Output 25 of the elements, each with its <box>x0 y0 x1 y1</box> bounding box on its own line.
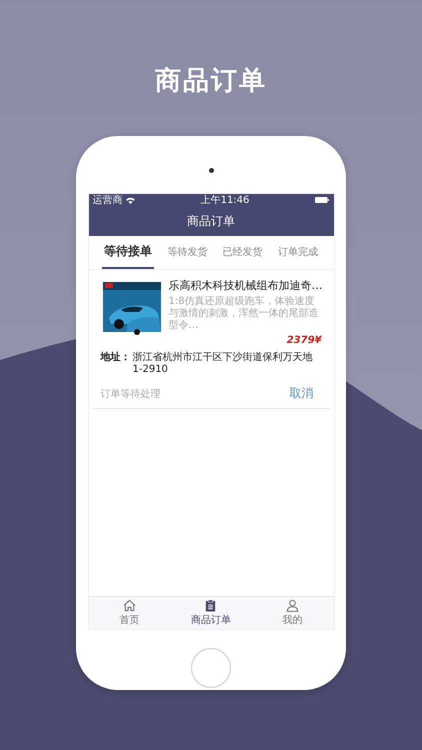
battery-icon <box>315 197 330 203</box>
product-description: 1:8仿真还原超级跑车，体验速度与激情的刺激，浑然一体的尾部造型令… <box>168 296 320 332</box>
tab-bar-item[interactable]: 商品订单 <box>176 597 246 629</box>
tab-bar-item[interactable]: 首页 <box>94 597 164 629</box>
carrier-label: 运营商 <box>92 194 122 207</box>
order-tab[interactable]: 等待发货 <box>165 236 210 269</box>
order-tab[interactable]: 等待接单 <box>102 236 154 269</box>
order-tab[interactable]: 订单完成 <box>276 236 320 269</box>
address-text: 浙江省杭州市江干区下沙街道保利万天地1-2910 <box>132 350 314 375</box>
speaker-dot <box>208 168 214 173</box>
order-tab[interactable]: 已经发货 <box>220 236 265 269</box>
nav-title: 商品订单 <box>187 212 235 230</box>
person-icon <box>286 599 300 612</box>
product-title: 乐高积木科技机械组布加迪奇… <box>168 278 322 293</box>
home-button[interactable] <box>191 648 231 688</box>
headline: 商品订单 <box>155 65 267 98</box>
clipboard-icon <box>204 599 218 612</box>
home-icon <box>122 599 136 612</box>
product-price: 2379¥ <box>286 335 322 346</box>
tab-bar-item[interactable]: 我的 <box>258 597 328 629</box>
wifi-icon <box>126 196 134 204</box>
order-status: 订单等待处理 <box>100 388 160 400</box>
address-label: 地址： <box>100 350 130 365</box>
cancel-button[interactable]: 取消 <box>282 385 322 402</box>
status-time: 上午11:46 <box>200 194 250 207</box>
